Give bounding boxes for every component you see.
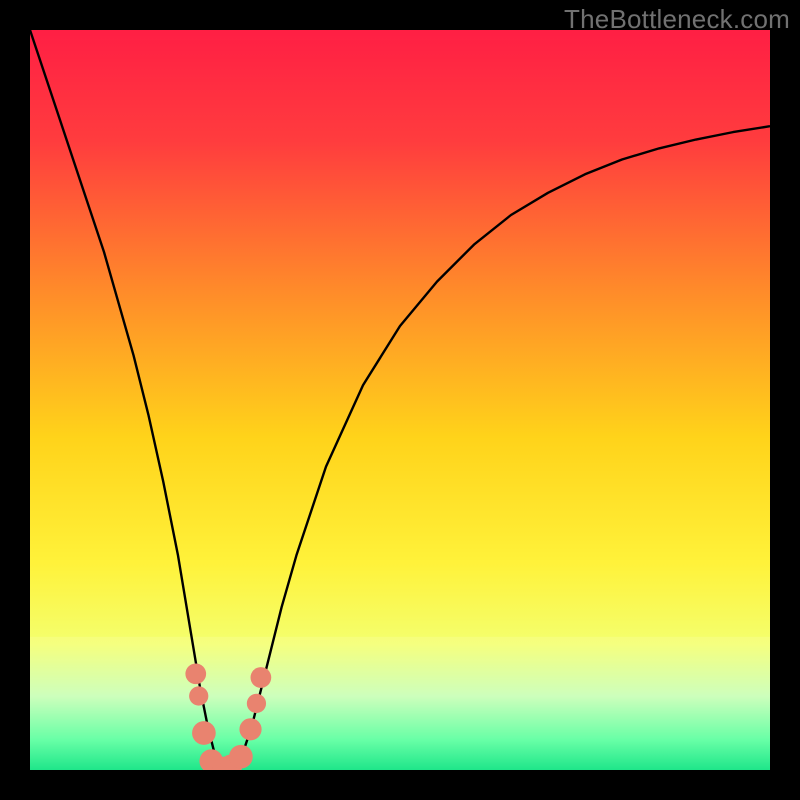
marker-point [239, 718, 261, 740]
marker-point [229, 745, 253, 769]
marker-point [247, 694, 266, 713]
chart-frame: TheBottleneck.com [0, 0, 800, 800]
marker-point [185, 663, 206, 684]
bottleneck-chart [30, 30, 770, 770]
marker-point [192, 721, 216, 745]
marker-point [189, 686, 208, 705]
marker-point [251, 667, 272, 688]
highlight-band [30, 637, 770, 770]
plot-area [30, 30, 770, 770]
